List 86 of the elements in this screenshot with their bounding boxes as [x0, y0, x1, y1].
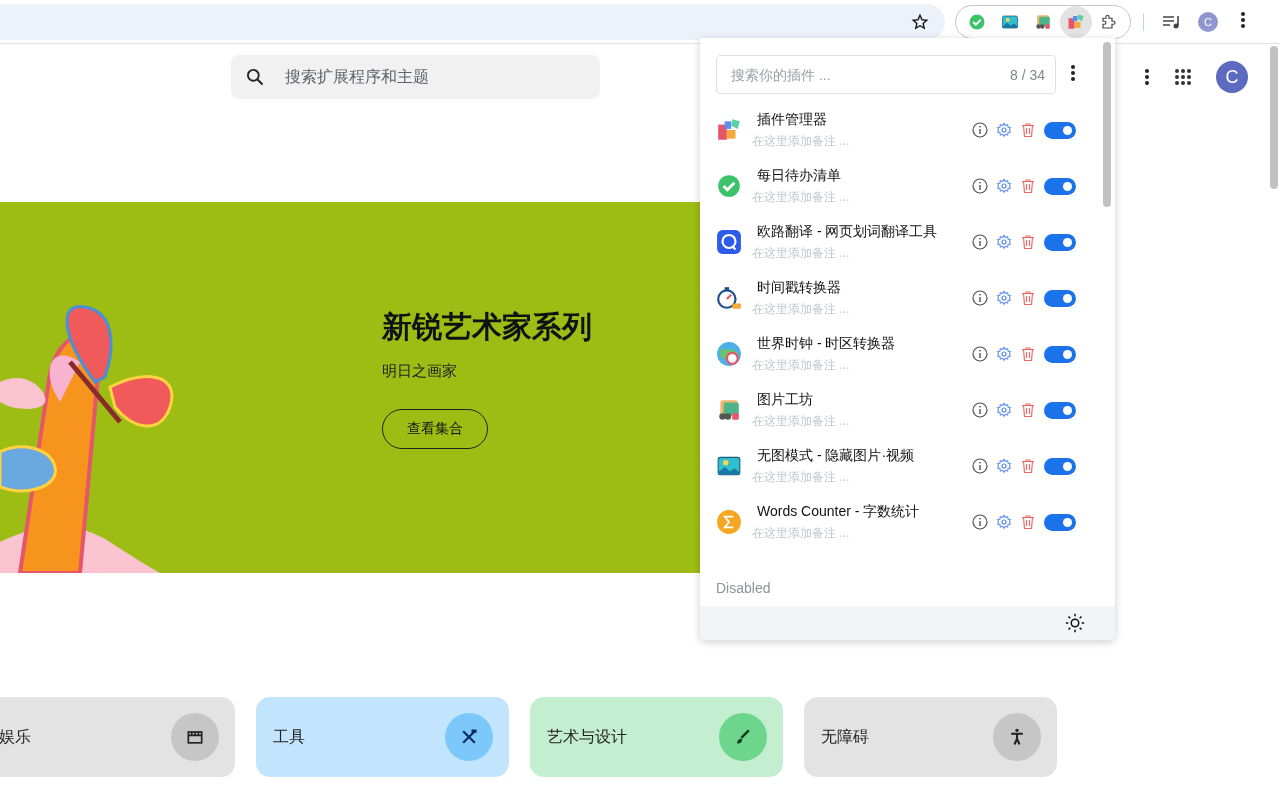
info-icon[interactable]: [972, 122, 988, 138]
extension-name: 世界时钟 - 时区转换器: [757, 334, 897, 353]
search-icon: [245, 67, 265, 87]
info-icon[interactable]: [972, 346, 988, 362]
profile-avatar[interactable]: C: [1198, 11, 1218, 32]
more-icon[interactable]: [1070, 62, 1076, 83]
sigma-icon: [716, 509, 742, 535]
delete-icon[interactable]: [1020, 514, 1036, 530]
scrollbar-thumb[interactable]: [1270, 46, 1278, 189]
info-icon[interactable]: [972, 290, 988, 306]
checkmark-icon: [967, 12, 986, 31]
info-icon[interactable]: [972, 458, 988, 474]
toggle-switch[interactable]: [1044, 233, 1076, 251]
result-count: 8 / 34: [1009, 66, 1045, 83]
info-icon[interactable]: [972, 178, 988, 194]
star-icon[interactable]: [911, 12, 929, 31]
category-card[interactable]: 无障碍: [804, 697, 1057, 777]
scrollbar-thumb[interactable]: [1103, 42, 1111, 207]
delete-icon[interactable]: [1020, 122, 1036, 138]
info-icon[interactable]: [972, 402, 988, 418]
delete-icon[interactable]: [1020, 402, 1036, 418]
settings-icon[interactable]: [996, 402, 1012, 418]
category-label: 艺术与设计: [547, 726, 627, 747]
toggle-switch[interactable]: [1044, 457, 1076, 475]
more-icon[interactable]: [1144, 67, 1150, 87]
note-placeholder[interactable]: 在这里添加备注 ...: [752, 300, 972, 318]
image-editor-icon: [1033, 12, 1052, 31]
delete-icon[interactable]: [1020, 458, 1036, 474]
banner-title: 新锐艺术家系列: [382, 308, 592, 345]
note-placeholder[interactable]: 在这里添加备注 ...: [752, 468, 972, 486]
settings-icon[interactable]: [996, 346, 1012, 362]
delete-icon[interactable]: [1020, 234, 1036, 250]
delete-icon[interactable]: [1020, 290, 1036, 306]
extension-name: 图片工坊: [757, 390, 814, 409]
settings-icon[interactable]: [996, 122, 1012, 138]
media-icon[interactable]: [1162, 13, 1182, 30]
note-placeholder[interactable]: 在这里添加备注 ...: [752, 356, 972, 374]
note-placeholder[interactable]: 在这里添加备注 ...: [752, 244, 972, 262]
info-icon[interactable]: [972, 234, 988, 250]
toggle-switch[interactable]: [1044, 121, 1076, 139]
note-placeholder[interactable]: 在这里添加备注 ...: [752, 132, 972, 150]
toggle-switch[interactable]: [1044, 345, 1076, 363]
blocks-icon: [1067, 12, 1086, 31]
extension-name: 每日待办清单: [757, 166, 842, 185]
apps-icon[interactable]: [1174, 68, 1192, 86]
settings-icon[interactable]: [996, 290, 1012, 306]
toggle-switch[interactable]: [1044, 177, 1076, 195]
checkmark-icon: [716, 173, 742, 199]
toggle-switch[interactable]: [1044, 513, 1076, 531]
extension-button[interactable]: [1060, 5, 1093, 38]
settings-icon[interactable]: [996, 514, 1012, 530]
settings-icon[interactable]: [996, 458, 1012, 474]
extension-name: Words Counter - 字数统计: [757, 502, 921, 521]
sun-icon[interactable]: [1065, 613, 1085, 633]
stopwatch-icon: [716, 285, 742, 311]
profile-avatar[interactable]: C: [1216, 61, 1248, 93]
section-heading: Disabled: [716, 580, 772, 596]
info-icon[interactable]: [972, 514, 988, 530]
menu-icon[interactable]: [1240, 9, 1246, 30]
search-field[interactable]: 搜索扩展程序和主题: [231, 55, 600, 99]
extension-name: 无图模式 - 隐藏图片·视频: [757, 446, 916, 465]
globe-clock-icon: [716, 341, 742, 367]
puzzle-icon: [1100, 12, 1119, 31]
delete-icon[interactable]: [1020, 178, 1036, 194]
extension-name: 欧路翻译 - 网页划词翻译工具: [757, 222, 939, 241]
settings-icon[interactable]: [996, 234, 1012, 250]
search-field[interactable]: 搜索你的插件 ... 8 / 34: [716, 55, 1056, 94]
toggle-switch[interactable]: [1044, 289, 1076, 307]
category-label: 无障碍: [821, 726, 869, 747]
translate-icon: [716, 229, 742, 255]
blocks-icon: [716, 117, 742, 143]
extension-name: 时间戳转换器: [757, 278, 842, 297]
image-icon: [1000, 12, 1019, 31]
banner-subtitle: 明日之画家: [382, 361, 457, 381]
extension-name: 插件管理器: [757, 110, 828, 129]
category-label: 工具: [273, 726, 305, 747]
category-card[interactable]: 工具: [256, 697, 509, 777]
note-placeholder[interactable]: 在这里添加备注 ...: [752, 412, 972, 430]
settings-icon[interactable]: [996, 178, 1012, 194]
image-editor-icon: [716, 397, 742, 423]
category-card[interactable]: 艺术与设计: [530, 697, 783, 777]
search-input[interactable]: 搜索扩展程序和主题: [283, 67, 567, 87]
toggle-switch[interactable]: [1044, 401, 1076, 419]
delete-icon[interactable]: [1020, 346, 1036, 362]
note-placeholder[interactable]: 在这里添加备注 ...: [752, 188, 972, 206]
note-placeholder[interactable]: 在这里添加备注 ...: [752, 524, 972, 542]
